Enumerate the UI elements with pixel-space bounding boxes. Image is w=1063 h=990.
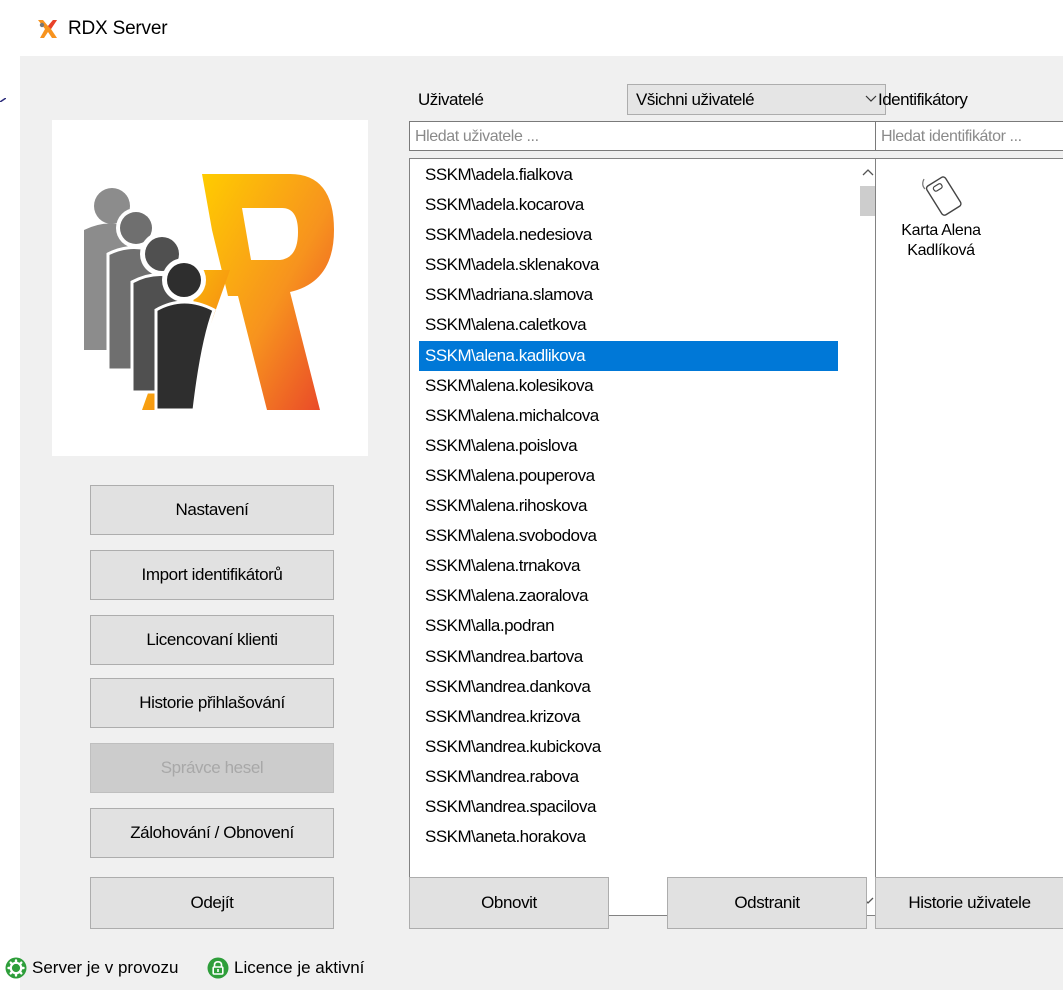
identifier-item[interactable]: Karta Alena Kadlíková [876,159,1012,269]
remove-button[interactable]: Odstranit [667,877,867,929]
licence-status: Licence je aktivní [207,953,364,983]
list-item[interactable]: SSKM\adela.nedesiova [410,220,838,250]
title-bar: RDX Server [0,0,1063,56]
list-item[interactable]: SSKM\alena.kolesikova [410,371,838,401]
list-item[interactable]: SSKM\andrea.kubickova [410,732,838,762]
list-item[interactable]: SSKM\alena.trnakova [410,551,838,581]
settings-button[interactable]: Nastavení [90,485,334,535]
identifier-search-input[interactable] [879,125,1063,149]
list-item[interactable]: SSKM\andrea.krizova [410,702,838,732]
refresh-button[interactable]: Obnovit [409,877,609,929]
login-history-button[interactable]: Historie přihlašování [90,678,334,728]
list-item[interactable]: SSKM\alena.pouperova [410,461,838,491]
backup-restore-button[interactable]: Zálohování / Obnovení [90,808,334,858]
identifier-label: Karta Alena Kadlíková [881,221,1001,261]
licence-status-text: Licence je aktivní [234,958,365,977]
user-history-button[interactable]: Historie uživatele [875,877,1063,929]
list-item[interactable]: SSKM\andrea.spacilova [410,792,838,822]
rdx-logo-graphic [84,174,334,412]
window-title: RDX Server [68,18,168,39]
main-window: Nastavení Import identifikátorů Licencov… [20,56,1063,990]
rdx-app-icon [38,20,57,38]
list-item[interactable]: SSKM\adela.fialkova [410,160,838,190]
list-item[interactable]: SSKM\adela.sklenakova [410,250,838,280]
user-filter-value: Všichni uživatelé [636,90,755,109]
exit-button[interactable]: Odejít [90,877,334,929]
list-item[interactable]: SSKM\alla.podran [410,611,838,641]
server-status-text: Server je v provozu [32,958,179,977]
users-list[interactable]: SSKM\adela.fialkova SSKM\adela.kocarova SS… [409,158,885,916]
password-manager-button: Správce hesel [90,743,334,793]
list-item[interactable]: SSKM\alena.michalcova [410,401,838,431]
identifier-name-line2: Kadlíková [907,242,975,259]
identifiers-list[interactable]: Karta Alena Kadlíková [875,158,1063,916]
list-item[interactable]: SSKM\alena.poislova [410,431,838,461]
users-label: Uživatelé [418,90,484,109]
list-item[interactable]: SSKM\adela.kocarova [410,190,838,220]
lock-status-icon [207,957,229,979]
user-search-input[interactable] [413,125,884,149]
user-search-field [409,121,886,151]
list-item[interactable]: SSKM\andrea.dankova [410,672,838,702]
identifiers-label: Identifikátory [878,90,968,109]
list-item[interactable]: SSKM\alena.zaoralova [410,581,838,611]
rfid-card-icon [922,176,962,216]
list-item[interactable]: SSKM\alena.rihoskova [410,491,838,521]
rdx-logo [52,120,368,456]
users-list-items: SSKM\adela.fialkova SSKM\adela.kocarova SS… [410,160,838,852]
chevron-down-icon [865,95,877,102]
user-filter-dropdown[interactable]: Všichni uživatelé [627,84,886,115]
list-item[interactable]: SSKM\alena.caletkova [410,310,838,340]
gear-status-icon [5,957,27,979]
list-item-selected[interactable]: SSKM\alena.kadlikova [419,340,838,371]
edge-mark [0,98,6,102]
list-item[interactable]: SSKM\andrea.rabova [410,762,838,792]
identifier-name-line1: Karta Alena [901,222,981,239]
list-item[interactable]: SSKM\andrea.bartova [410,642,838,672]
licensed-clients-button[interactable]: Licencovaní klienti [90,615,334,665]
import-identifiers-button[interactable]: Import identifikátorů [90,550,334,600]
list-item[interactable]: SSKM\alena.svobodova [410,521,838,551]
list-item[interactable]: SSKM\aneta.horakova [410,822,838,852]
list-item[interactable]: SSKM\adriana.slamova [410,280,838,310]
identifier-search-field [875,121,1063,151]
server-status: Server je v provozu [5,953,178,983]
